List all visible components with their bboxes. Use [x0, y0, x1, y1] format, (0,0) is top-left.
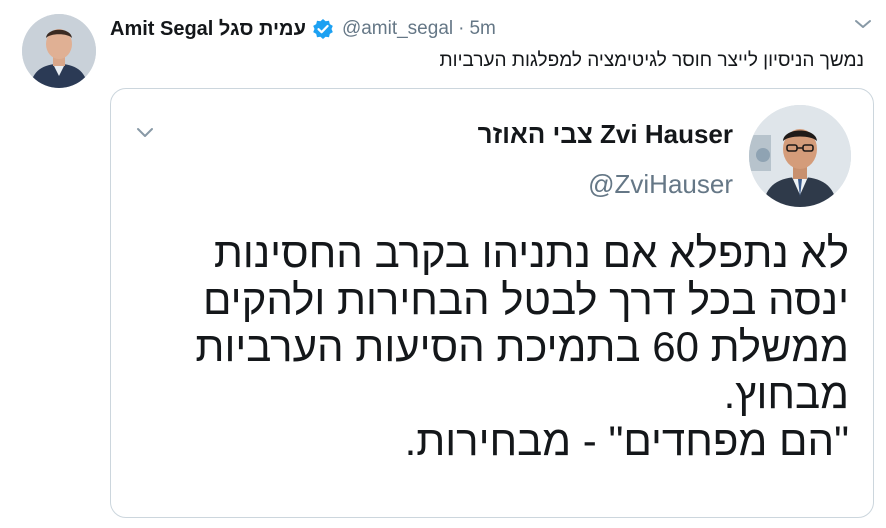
author-handle[interactable]: @amit_segal [342, 18, 453, 40]
quoted-author-handle[interactable]: @ZviHauser [588, 169, 733, 200]
quoted-tweet-card[interactable]: צבי האוזר Zvi Hauser @ZviHauser לא נתפלא… [110, 88, 874, 518]
quoted-tweet-text: לא נתפלא אם נתניהו בקרב החסינות ינסה בכל… [135, 229, 849, 464]
quoted-text-line: ינסה בכל דרך לבטל הבחירות ולהקים [203, 276, 849, 323]
tweet-timestamp[interactable]: 5m [469, 18, 495, 40]
tweet: Amit Segal עמית סגל @amit_segal · 5m נמש… [0, 0, 886, 528]
quoted-author-avatar[interactable] [749, 105, 851, 207]
tweet-header: Amit Segal עמית סגל @amit_segal · 5m [110, 14, 866, 44]
quoted-text-line: מבחוץ. [723, 370, 849, 417]
tweet-text: נמשך הניסיון לייצר חוסר לגיטימציה למפלגו… [439, 50, 864, 71]
author-avatar[interactable] [22, 14, 96, 88]
chevron-down-icon[interactable] [852, 16, 874, 32]
chevron-down-icon[interactable] [133, 125, 157, 141]
verified-badge-icon [312, 18, 334, 40]
author-name[interactable]: Amit Segal עמית סגל [110, 18, 306, 41]
quoted-text-line: ממשלת 60 בתמיכת הסיעות הערביות [195, 323, 849, 370]
quoted-text-line: לא נתפלא אם נתניהו בקרב החסינות [213, 229, 849, 276]
separator-dot: · [458, 18, 465, 39]
quoted-author-name[interactable]: צבי האוזר Zvi Hauser [478, 119, 733, 150]
quoted-text-line: "הם מפחדים" - מבחירות. [404, 417, 849, 464]
